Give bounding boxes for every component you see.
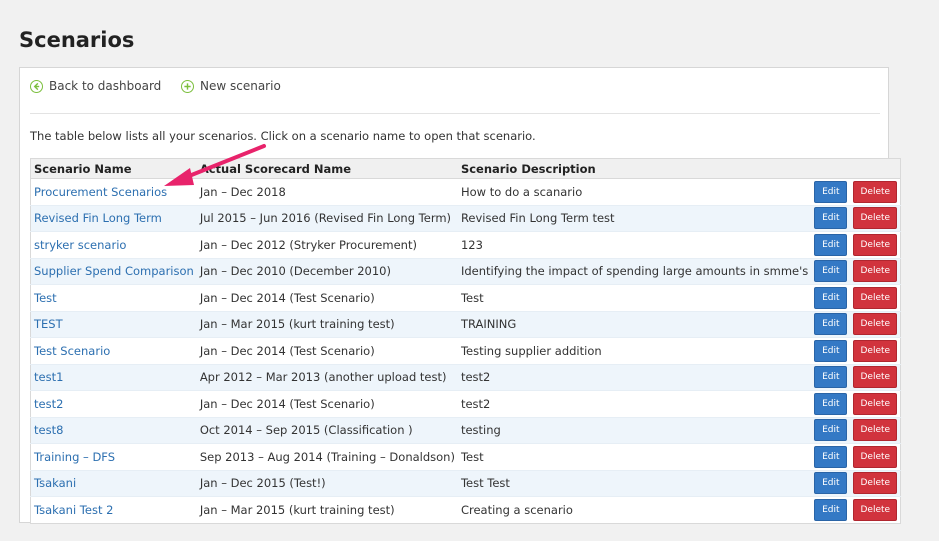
column-header-edit (811, 158, 851, 179)
scenario-name-link[interactable]: stryker scenario (34, 238, 126, 252)
back-to-dashboard-label: Back to dashboard (49, 79, 162, 93)
scenario-description-cell: Creating a scenario (457, 496, 812, 523)
page-title: Scenarios (19, 28, 135, 52)
new-scenario-label: New scenario (200, 79, 281, 93)
delete-button[interactable]: Delete (853, 180, 898, 203)
scenario-description-cell: TRAINING (457, 310, 812, 338)
scorecard-name-cell: Apr 2012 – Mar 2013 (another upload test… (196, 363, 458, 391)
delete-button[interactable]: Delete (853, 260, 898, 283)
edit-button[interactable]: Edit (814, 366, 848, 389)
table-row: TEST Jan – Mar 2015 (kurt training test)… (30, 310, 901, 338)
scenario-name-link[interactable]: Procurement Scenarios (34, 185, 167, 199)
scorecard-name-cell: Jan – Dec 2010 (December 2010) (196, 257, 458, 285)
scenario-description-cell: Revised Fin Long Term test (457, 204, 812, 232)
table-row: Tsakani Test 2 Jan – Mar 2015 (kurt trai… (30, 496, 901, 523)
table-row: Test Scenario Jan – Dec 2014 (Test Scena… (30, 337, 901, 364)
scenarios-panel: Back to dashboard New scenario The table… (19, 67, 902, 524)
scenario-name-link[interactable]: TEST (34, 317, 63, 331)
scorecard-name-cell: Jan – Dec 2014 (Test Scenario) (196, 284, 458, 311)
edit-button[interactable]: Edit (814, 472, 848, 495)
delete-button[interactable]: Delete (853, 286, 898, 309)
delete-button[interactable]: Delete (853, 498, 898, 521)
scenario-name-link[interactable]: Revised Fin Long Term (34, 211, 162, 225)
scorecard-name-cell: Jan – Dec 2014 (Test Scenario) (196, 390, 458, 417)
delete-button[interactable]: Delete (853, 392, 898, 415)
table-row: Tsakani Jan – Dec 2015 (Test!) Test Test… (30, 469, 901, 497)
delete-button[interactable]: Delete (853, 445, 898, 468)
scorecard-name-cell: Sep 2013 – Aug 2014 (Training – Donaldso… (196, 443, 458, 470)
table-row: Training – DFS Sep 2013 – Aug 2014 (Trai… (30, 443, 901, 470)
edit-button[interactable]: Edit (814, 498, 848, 521)
scenario-name-link[interactable]: Test (34, 291, 57, 305)
edit-button[interactable]: Edit (814, 392, 848, 415)
table-header-row: Scenario Name Actual Scorecard Name Scen… (30, 158, 901, 179)
scenario-name-link[interactable]: Training – DFS (34, 450, 115, 464)
column-header-scenario-description: Scenario Description (457, 158, 812, 179)
table-row: test2 Jan – Dec 2014 (Test Scenario) tes… (30, 390, 901, 417)
scenario-name-link[interactable]: Test Scenario (34, 344, 110, 358)
delete-button[interactable]: Delete (853, 366, 898, 389)
table-row: stryker scenario Jan – Dec 2012 (Stryker… (30, 231, 901, 258)
column-header-delete (850, 158, 901, 179)
scenario-name-link[interactable]: Tsakani (34, 476, 76, 490)
scenario-description-cell: Testing supplier addition (457, 337, 812, 364)
scenario-description-cell: Test Test (457, 469, 812, 497)
scorecard-name-cell: Jul 2015 – Jun 2016 (Revised Fin Long Te… (196, 204, 458, 232)
back-to-dashboard-link[interactable]: Back to dashboard (30, 79, 161, 93)
scenarios-table: Scenario Name Actual Scorecard Name Scen… (30, 158, 902, 524)
scenario-description-cell: Test (457, 284, 812, 311)
edit-button[interactable]: Edit (814, 419, 848, 442)
edit-button[interactable]: Edit (814, 207, 848, 230)
scorecard-name-cell: Jan – Dec 2015 (Test!) (196, 469, 458, 497)
table-row: Procurement Scenarios Jan – Dec 2018 How… (30, 178, 901, 205)
scorecard-name-cell: Jan – Dec 2012 (Stryker Procurement) (196, 231, 458, 258)
scenario-name-link[interactable]: Supplier Spend Comparison (34, 264, 194, 278)
scenario-description-cell: 123 (457, 231, 812, 258)
delete-button[interactable]: Delete (853, 233, 898, 256)
edit-button[interactable]: Edit (814, 286, 848, 309)
delete-button[interactable]: Delete (853, 207, 898, 230)
delete-button[interactable]: Delete (853, 339, 898, 362)
edit-button[interactable]: Edit (814, 233, 848, 256)
table-row: test8 Oct 2014 – Sep 2015 (Classificatio… (30, 416, 901, 444)
delete-button[interactable]: Delete (853, 313, 898, 336)
delete-button[interactable]: Delete (853, 419, 898, 442)
scenario-name-link[interactable]: test1 (34, 370, 63, 384)
plus-icon (181, 79, 194, 93)
scorecard-name-cell: Jan – Dec 2014 (Test Scenario) (196, 337, 458, 364)
scorecard-name-cell: Jan – Mar 2015 (kurt training test) (196, 496, 458, 523)
scorecard-name-cell: Jan – Mar 2015 (kurt training test) (196, 310, 458, 338)
table-row: Revised Fin Long Term Jul 2015 – Jun 201… (30, 204, 901, 232)
scenario-name-link[interactable]: test8 (34, 423, 63, 437)
scenario-name-link[interactable]: test2 (34, 397, 63, 411)
edit-button[interactable]: Edit (814, 445, 848, 468)
table-row: test1 Apr 2012 – Mar 2013 (another uploa… (30, 363, 901, 391)
scenario-description-cell: test2 (457, 390, 812, 417)
edit-button[interactable]: Edit (814, 180, 848, 203)
scenario-description-cell: testing (457, 416, 812, 444)
scenario-description-cell: test2 (457, 363, 812, 391)
edit-button[interactable]: Edit (814, 260, 848, 283)
edit-button[interactable]: Edit (814, 313, 848, 336)
column-header-scenario-name: Scenario Name (30, 158, 197, 179)
scenario-description-cell: Test (457, 443, 812, 470)
new-scenario-link[interactable]: New scenario (181, 79, 281, 93)
column-header-scorecard-name: Actual Scorecard Name (196, 158, 458, 179)
table-row: Test Jan – Dec 2014 (Test Scenario) Test… (30, 284, 901, 311)
intro-text: The table below lists all your scenarios… (30, 129, 536, 143)
table-row: Supplier Spend Comparison Jan – Dec 2010… (30, 257, 901, 285)
delete-button[interactable]: Delete (853, 472, 898, 495)
edit-button[interactable]: Edit (814, 339, 848, 362)
scenario-description-cell: How to do a scanario (457, 178, 812, 205)
arrow-left-icon (30, 79, 43, 93)
scenario-description-cell: Identifying the impact of spending large… (457, 257, 812, 285)
scorecard-name-cell: Jan – Dec 2018 (196, 178, 458, 205)
toolbar: Back to dashboard New scenario (30, 79, 880, 114)
scorecard-name-cell: Oct 2014 – Sep 2015 (Classification ) (196, 416, 458, 444)
scenario-name-link[interactable]: Tsakani Test 2 (34, 503, 113, 517)
